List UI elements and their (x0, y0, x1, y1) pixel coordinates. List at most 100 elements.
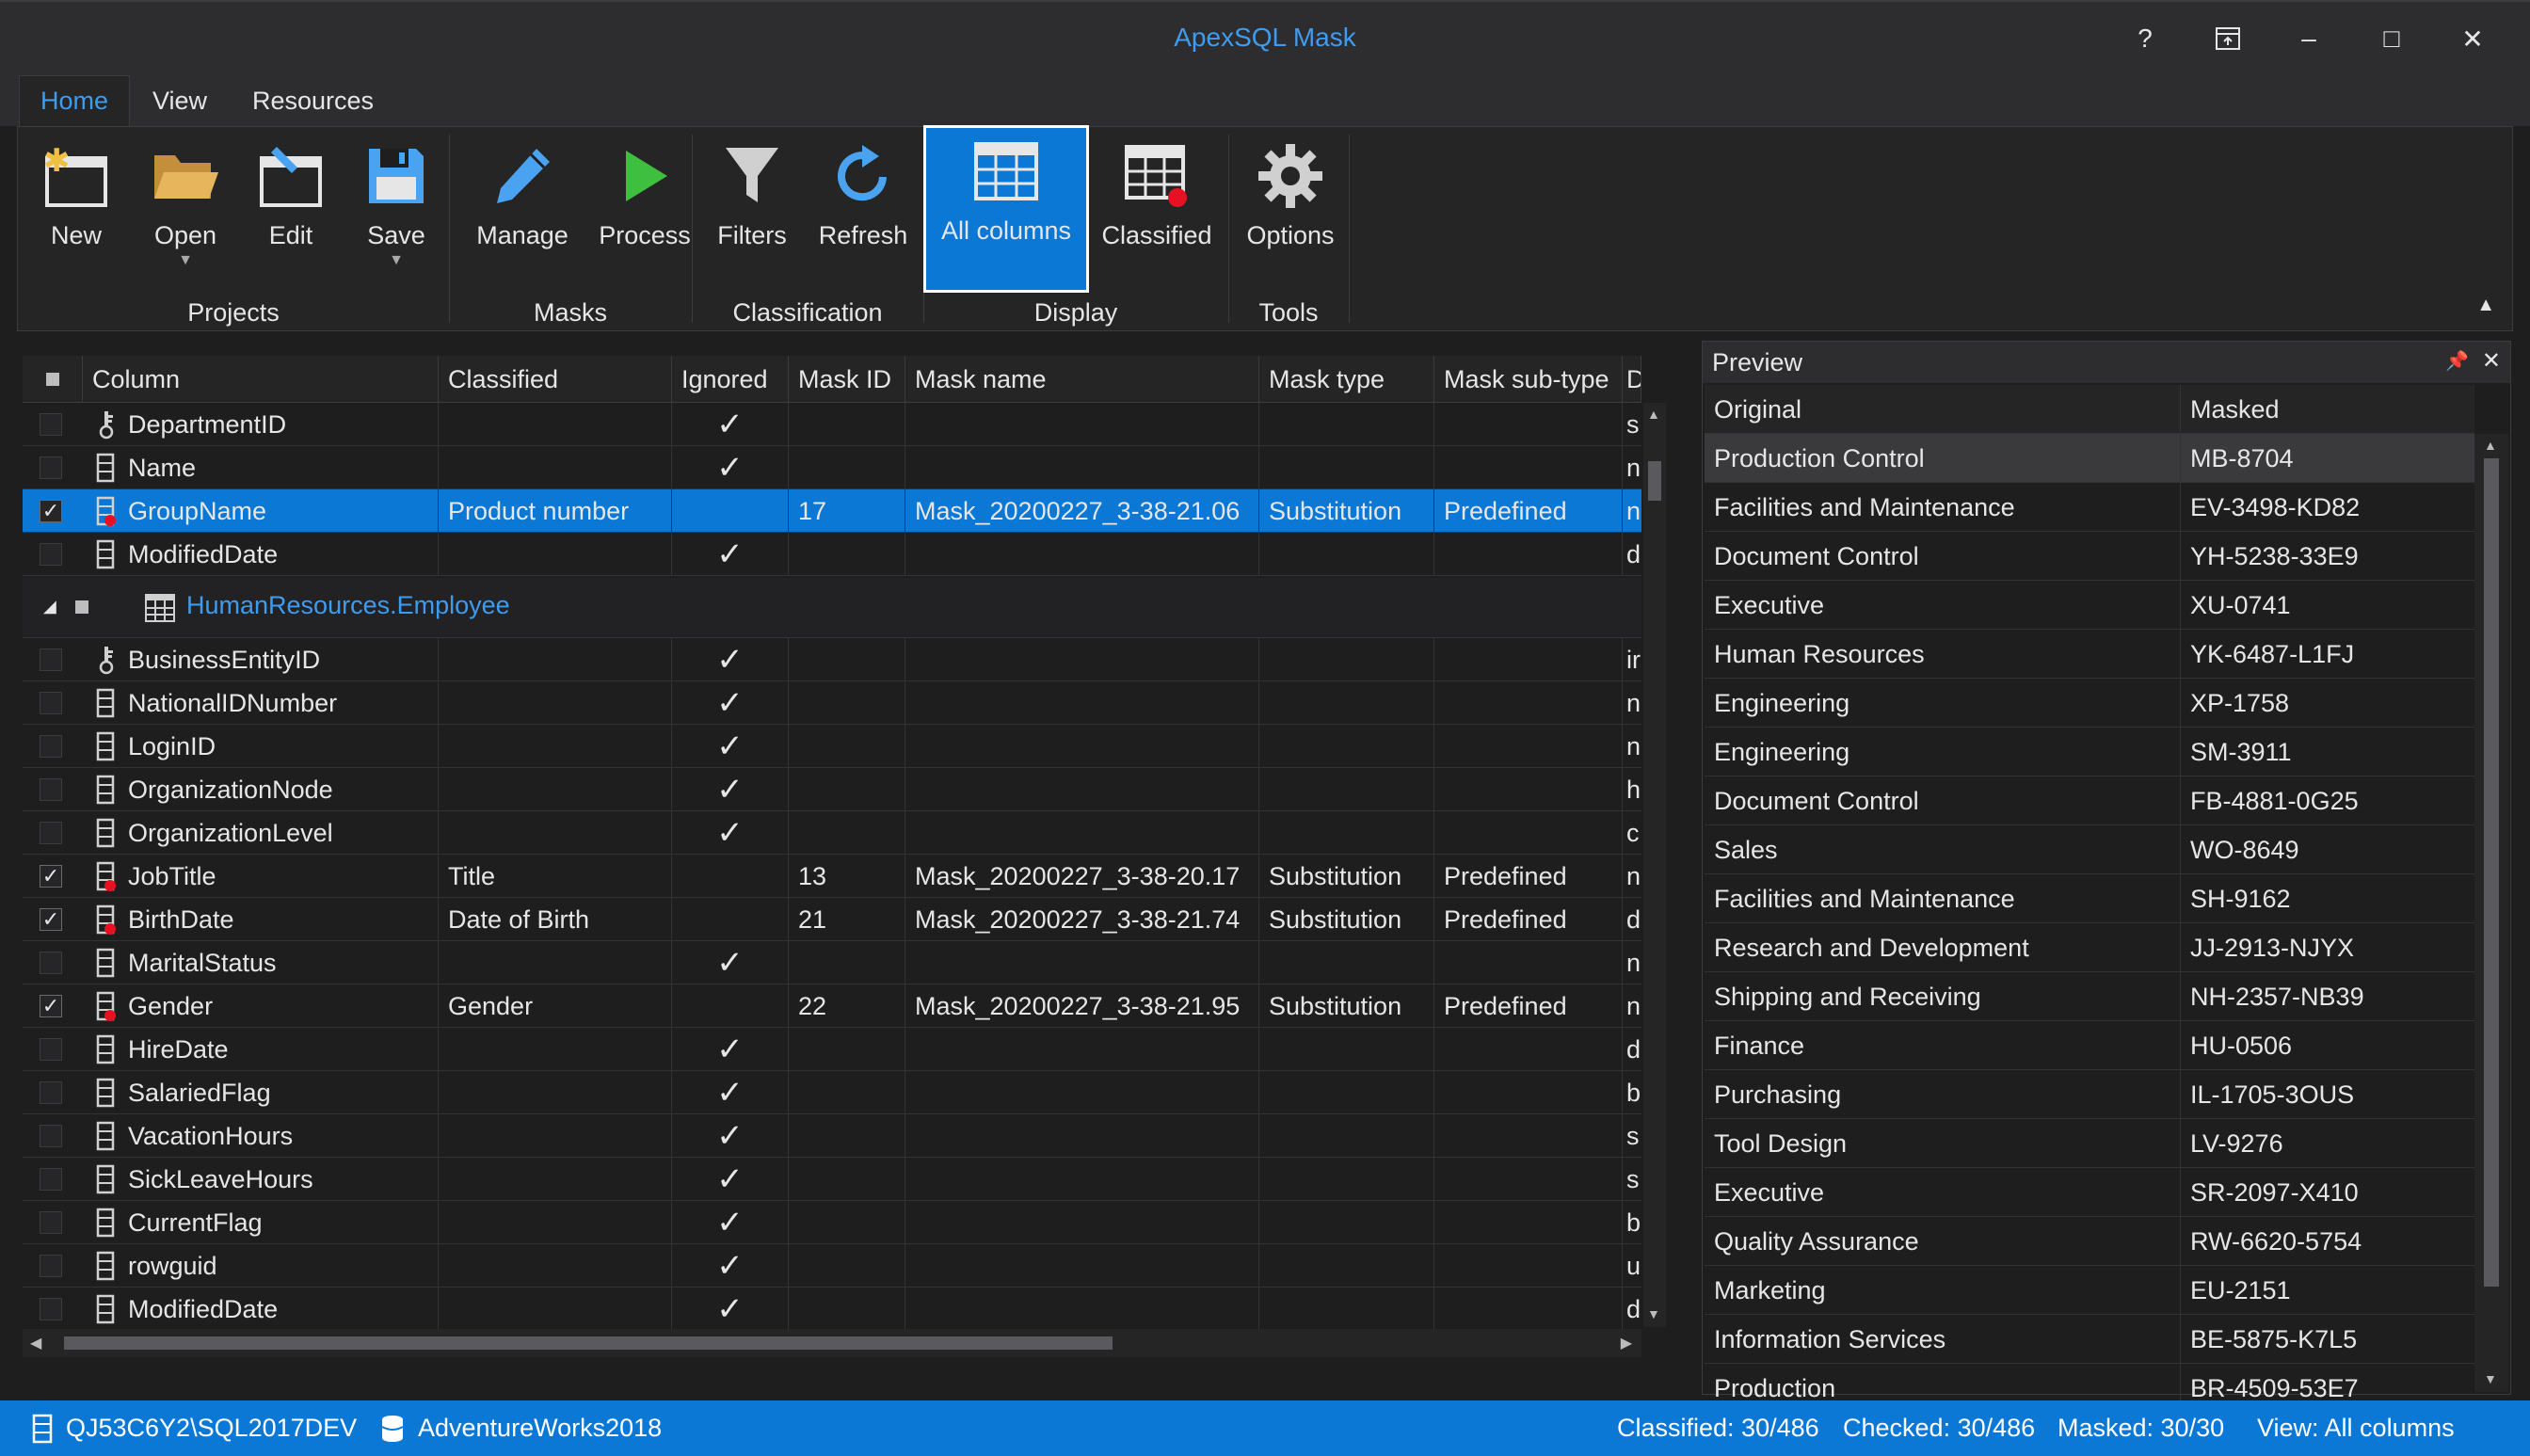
group-checkbox[interactable] (75, 600, 88, 614)
row-checkbox[interactable] (40, 778, 62, 801)
preview-vscroll-thumb[interactable] (2484, 458, 2499, 1287)
row-checkbox[interactable] (40, 1298, 62, 1320)
maximize-button[interactable]: □ (2359, 17, 2425, 60)
scroll-down-arrow-icon[interactable]: ▼ (1647, 1306, 1660, 1321)
row-checkbox[interactable] (40, 413, 62, 436)
preview-row[interactable]: Information Services BE-5875-K7L5 (1705, 1315, 2474, 1364)
scroll-right-arrow-icon[interactable]: ▶ (1621, 1334, 1632, 1352)
tab-view[interactable]: View (132, 75, 228, 126)
cell-ignored[interactable]: ✓ (672, 446, 789, 489)
table-row[interactable]: OrganizationLevel ✓ c (23, 811, 1641, 855)
preview-header-masked[interactable]: Masked (2181, 385, 2474, 434)
row-checkbox[interactable]: ✓ (40, 499, 62, 522)
scroll-left-arrow-icon[interactable]: ◀ (30, 1334, 41, 1352)
help-button[interactable]: ? (2112, 17, 2178, 60)
row-checkbox[interactable] (40, 543, 62, 566)
cell-ignored[interactable] (672, 984, 789, 1028)
row-checkbox[interactable]: ✓ (40, 907, 62, 931)
preview-row[interactable]: Executive SR-2097-X410 (1705, 1168, 2474, 1217)
preview-row[interactable]: Facilities and Maintenance SH-9162 (1705, 874, 2474, 923)
preview-row[interactable]: Sales WO-8649 (1705, 825, 2474, 874)
preview-row[interactable]: Tool Design LV-9276 (1705, 1119, 2474, 1168)
filters-button[interactable]: Filters (707, 133, 797, 274)
table-row[interactable]: SickLeaveHours ✓ s (23, 1158, 1641, 1201)
cell-ignored[interactable] (672, 898, 789, 941)
preview-scroll-down-arrow-icon[interactable]: ▼ (2484, 1371, 2497, 1386)
cell-ignored[interactable]: ✓ (672, 1288, 789, 1331)
row-checkbox[interactable]: ✓ (40, 994, 62, 1017)
row-checkbox[interactable] (40, 456, 62, 479)
row-checkbox[interactable] (40, 735, 62, 758)
open-dropdown-chevron-icon[interactable]: ▼ (178, 252, 193, 269)
cell-ignored[interactable] (672, 855, 789, 898)
restore-docking-button[interactable] (2195, 17, 2261, 60)
minimize-button[interactable]: – (2276, 17, 2342, 60)
table-row[interactable]: SalariedFlag ✓ b (23, 1071, 1641, 1114)
header-column[interactable]: Column (83, 356, 439, 403)
cell-ignored[interactable] (672, 489, 789, 533)
all-columns-button[interactable]: All columns (923, 125, 1089, 293)
row-checkbox[interactable] (40, 1038, 62, 1061)
options-button[interactable]: Options (1238, 133, 1343, 274)
header-mask-type[interactable]: Mask type (1259, 356, 1434, 403)
row-checkbox[interactable] (40, 1211, 62, 1234)
collapse-triangle-icon[interactable]: ◢ (43, 597, 56, 616)
preview-row[interactable]: Research and Development JJ-2913-NJYX (1705, 923, 2474, 972)
table-row[interactable]: BusinessEntityID ✓ ir (23, 638, 1641, 681)
table-row[interactable]: CurrentFlag ✓ b (23, 1201, 1641, 1244)
row-checkbox[interactable]: ✓ (40, 864, 62, 888)
table-row[interactable]: Name ✓ n (23, 446, 1641, 489)
cell-ignored[interactable]: ✓ (672, 1158, 789, 1201)
scroll-up-arrow-icon[interactable]: ▲ (1647, 407, 1660, 422)
grid-vscroll-thumb[interactable] (1648, 461, 1661, 501)
cell-ignored[interactable]: ✓ (672, 1114, 789, 1158)
table-row[interactable]: MaritalStatus ✓ n (23, 941, 1641, 984)
edit-button[interactable]: Edit (246, 133, 336, 274)
collapse-ribbon-chevron-icon[interactable]: ▲ (2476, 295, 2495, 316)
open-button[interactable]: Open ▼ (140, 133, 231, 274)
tab-home[interactable]: Home (19, 75, 131, 126)
preview-scroll-up-arrow-icon[interactable]: ▲ (2484, 438, 2497, 453)
table-row[interactable]: ModifiedDate ✓ d (23, 1288, 1641, 1331)
cell-ignored[interactable]: ✓ (672, 1244, 789, 1288)
table-row[interactable]: ModifiedDate ✓ d (23, 533, 1641, 576)
preview-row[interactable]: Facilities and Maintenance EV-3498-KD82 (1705, 483, 2474, 532)
cell-ignored[interactable]: ✓ (672, 638, 789, 681)
cell-ignored[interactable]: ✓ (672, 681, 789, 725)
row-checkbox[interactable] (40, 1081, 62, 1104)
preview-row[interactable]: Executive XU-0741 (1705, 581, 2474, 630)
preview-row[interactable]: Engineering XP-1758 (1705, 679, 2474, 728)
table-row[interactable]: OrganizationNode ✓ h (23, 768, 1641, 811)
table-row[interactable]: NationalIDNumber ✓ n (23, 681, 1641, 725)
header-ignored[interactable]: Ignored (672, 356, 789, 403)
tab-resources[interactable]: Resources (232, 75, 394, 126)
save-dropdown-chevron-icon[interactable]: ▼ (389, 252, 404, 269)
table-group-row[interactable]: ◢ HumanResources.Employee (23, 578, 1641, 638)
cell-ignored[interactable]: ✓ (672, 1071, 789, 1114)
manage-button[interactable]: Manage (462, 133, 583, 274)
cell-ignored[interactable]: ✓ (672, 403, 789, 446)
row-checkbox[interactable] (40, 1125, 62, 1147)
cell-ignored[interactable]: ✓ (672, 725, 789, 768)
preview-row[interactable]: Document Control YH-5238-33E9 (1705, 532, 2474, 581)
pin-icon[interactable]: 📌 (2445, 349, 2469, 373)
header-classified[interactable]: Classified (439, 356, 672, 403)
row-checkbox[interactable] (40, 692, 62, 714)
process-button[interactable]: Process (592, 133, 697, 274)
grid-vertical-scrollbar[interactable]: ▲ ▼ (1643, 403, 1666, 1327)
row-checkbox[interactable] (40, 648, 62, 671)
table-row[interactable]: VacationHours ✓ s (23, 1114, 1641, 1158)
cell-ignored[interactable]: ✓ (672, 533, 789, 576)
refresh-button[interactable]: Refresh (810, 133, 916, 274)
preview-row[interactable]: Purchasing IL-1705-3OUS (1705, 1070, 2474, 1119)
row-checkbox[interactable] (40, 822, 62, 844)
preview-vertical-scrollbar[interactable]: ▲ ▼ (2474, 434, 2508, 1392)
row-checkbox[interactable] (40, 952, 62, 974)
close-button[interactable]: ✕ (2440, 17, 2506, 60)
table-row[interactable]: ✓ JobTitle Title 13 Mask_20200227_3-38-20.17… (23, 855, 1641, 898)
preview-row[interactable]: Marketing EU-2151 (1705, 1266, 2474, 1315)
preview-header-original[interactable]: Original (1705, 385, 2181, 434)
table-row[interactable]: ✓ GroupName Product number 17 Mask_20200227_… (23, 489, 1641, 533)
cell-ignored[interactable]: ✓ (672, 941, 789, 984)
preview-row[interactable]: Quality Assurance RW-6620-5754 (1705, 1217, 2474, 1266)
